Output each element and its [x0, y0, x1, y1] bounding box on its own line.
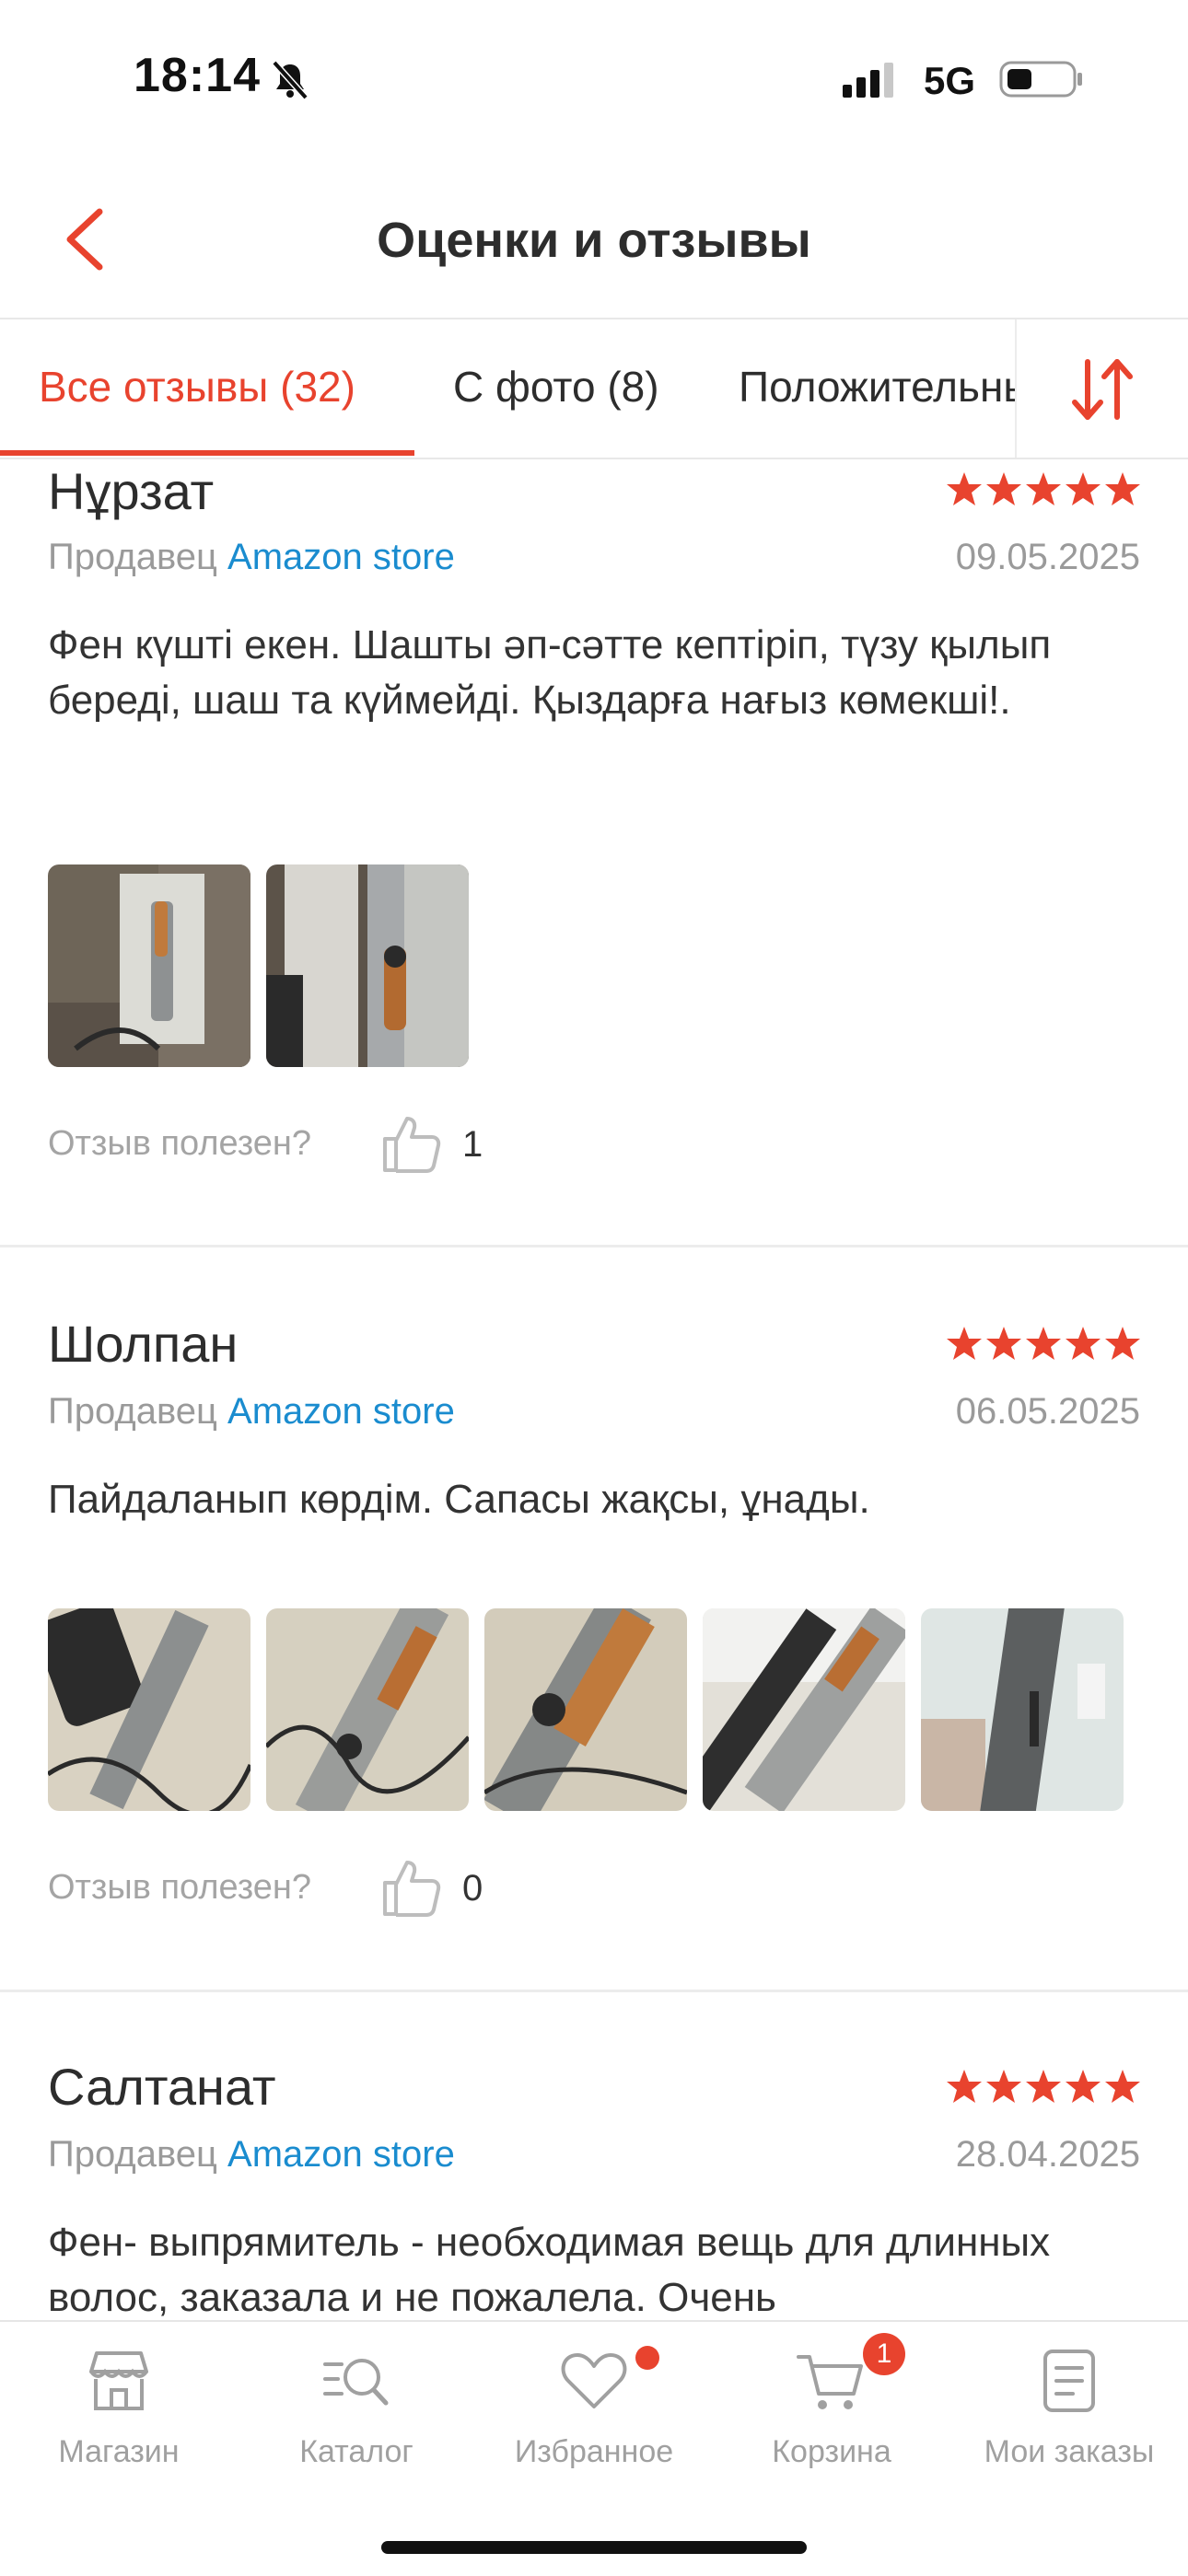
reviewer-name: Салтанат [48, 2058, 276, 2116]
review-photo[interactable] [921, 1608, 1124, 1811]
rating-stars [947, 2070, 1140, 2103]
nav-store[interactable]: Магазин [0, 2322, 238, 2506]
header: Оценки и отзывы [0, 157, 1188, 318]
review-date: 28.04.2025 [955, 2134, 1140, 2175]
active-tab-indicator [0, 450, 414, 456]
seller-link[interactable]: Amazon store [227, 2134, 455, 2175]
bottom-navigation: Магазин Каталог Избранное 1 Корзина Мои … [0, 2320, 1188, 2576]
nav-catalog[interactable]: Каталог [238, 2322, 475, 2506]
thumbs-up-icon[interactable] [378, 1853, 446, 1921]
helpful-label: Отзыв полезен? [48, 1124, 312, 1163]
thumbs-up-icon[interactable] [378, 1109, 446, 1178]
review-photo[interactable] [484, 1608, 687, 1811]
nav-orders[interactable]: Мои заказы [950, 2322, 1188, 2506]
reviews-list: Нұрзат Продавец Amazon store 09.05.2025 … [0, 459, 1188, 2320]
catalog-search-icon [323, 2359, 389, 2406]
rating-stars [947, 1327, 1140, 1360]
review-card: Салтанат Продавец Amazon store 28.04.202… [0, 1992, 1188, 2320]
rating-stars [947, 472, 1140, 505]
review-photo[interactable] [266, 864, 469, 1067]
bell-muted-icon [272, 60, 309, 100]
seller-link[interactable]: Amazon store [227, 1391, 455, 1432]
helpful-count: 0 [462, 1868, 483, 1909]
seller-line: Продавец Amazon store [48, 2134, 455, 2176]
nav-label: Мои заказы [984, 2434, 1155, 2469]
nav-favorites[interactable]: Избранное [475, 2322, 713, 2506]
network-type: 5G [924, 59, 976, 102]
status-bar: 18:14 5G [0, 0, 1188, 157]
review-photo[interactable] [703, 1608, 905, 1811]
nav-label: Каталог [299, 2434, 413, 2469]
helpful-label: Отзыв полезен? [48, 1868, 312, 1907]
page-title: Оценки и отзывы [377, 213, 811, 268]
home-indicator[interactable] [381, 2541, 807, 2554]
sort-button[interactable] [1015, 319, 1188, 458]
tab-with-photos[interactable]: С фото (8) [453, 362, 659, 412]
nav-cart[interactable]: 1 Корзина [713, 2322, 950, 2506]
review-card: Шолпан Продавец Amazon store 06.05.2025 … [0, 1247, 1188, 1990]
review-photo[interactable] [266, 1608, 469, 1811]
seller-link[interactable]: Amazon store [227, 537, 455, 577]
nav-label: Избранное [514, 2434, 674, 2469]
review-text: Фен күшті екен. Шашты әп-сәтте кептіріп,… [48, 622, 1052, 723]
reviewer-name: Нұрзат [48, 462, 215, 520]
nav-label: Корзина [772, 2434, 891, 2469]
store-icon [89, 2351, 148, 2410]
battery-icon [999, 61, 1082, 98]
seller-prefix: Продавец [48, 2134, 217, 2175]
heart-icon [561, 2353, 627, 2408]
review-card: Нұрзат Продавец Amazon store 09.05.2025 … [0, 459, 1188, 1247]
review-date: 06.05.2025 [955, 1391, 1140, 1432]
status-time: 18:14 [134, 49, 261, 102]
reviewer-name: Шолпан [48, 1315, 239, 1373]
cart-icon [797, 2355, 863, 2409]
seller-line: Продавец Amazon store [48, 1391, 455, 1433]
review-text: Пайдаланып көрдім. Сапасы жақсы, ұнады. [48, 1477, 870, 1522]
seller-line: Продавец Amazon store [48, 537, 455, 578]
seller-prefix: Продавец [48, 1391, 217, 1432]
signal-icon [843, 63, 893, 98]
review-tabs: Все отзывы (32) С фото (8) Положительные [0, 319, 1188, 458]
tab-all-reviews[interactable]: Все отзывы (32) [39, 362, 355, 412]
nav-label: Магазин [58, 2434, 180, 2469]
favorites-badge-dot [635, 2346, 659, 2370]
review-date: 09.05.2025 [955, 537, 1140, 577]
review-photo[interactable] [48, 864, 250, 1067]
review-photo[interactable] [48, 1608, 250, 1811]
tab-positive[interactable]: Положительные [739, 362, 1057, 412]
cart-badge: 1 [863, 2333, 905, 2375]
seller-prefix: Продавец [48, 537, 217, 577]
orders-icon [1043, 2350, 1095, 2412]
sort-icon[interactable] [1067, 356, 1137, 423]
review-text: Фен- выпрямитель - необходимая вещь для … [48, 2220, 1051, 2320]
helpful-count: 1 [462, 1124, 483, 1165]
